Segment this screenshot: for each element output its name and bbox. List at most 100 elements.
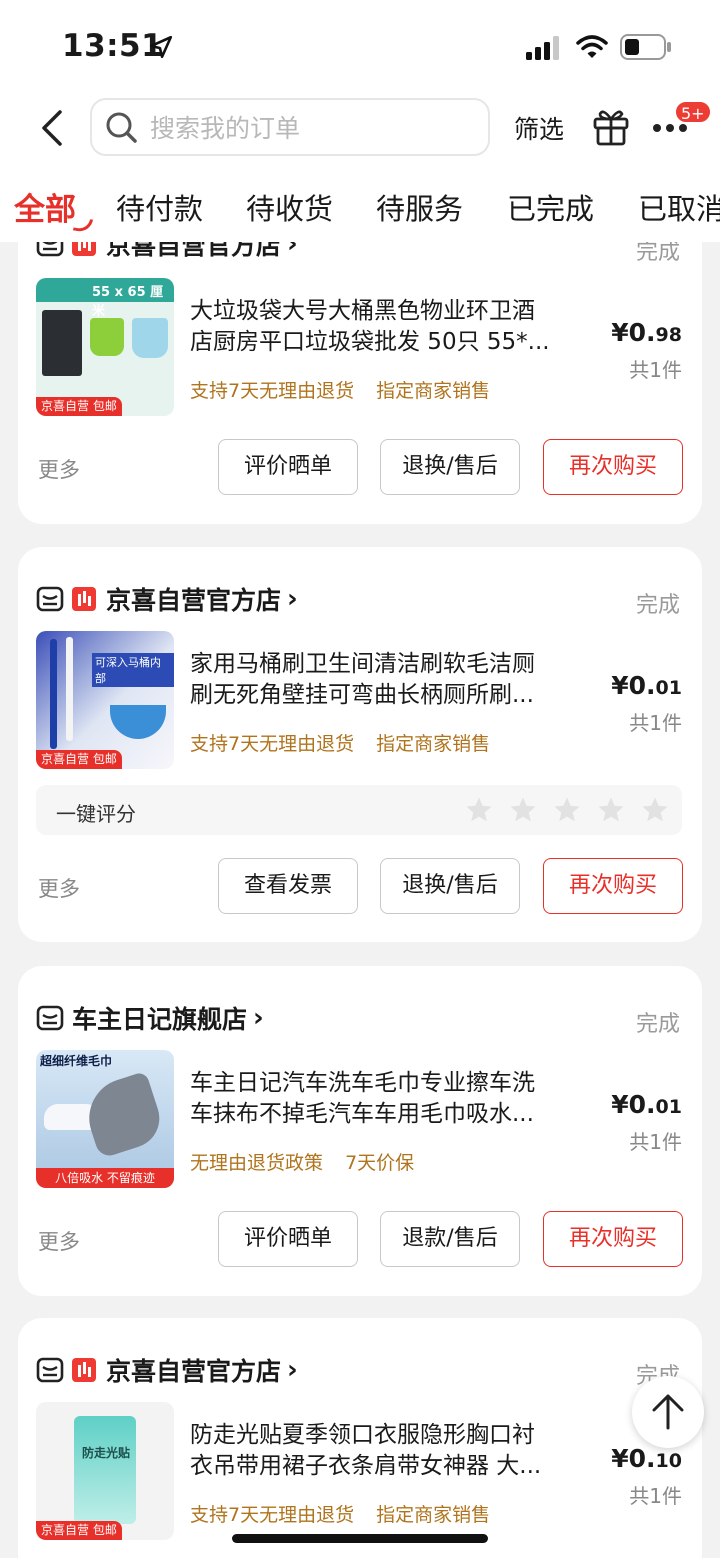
- more-options-icon[interactable]: [652, 122, 688, 134]
- back-button[interactable]: [36, 108, 70, 148]
- location-arrow-icon: [149, 35, 173, 59]
- thumbnail-tag: 京喜自营 包邮: [36, 750, 122, 769]
- quantity: 共1件: [629, 1484, 682, 1508]
- review-button[interactable]: 评价晒单: [218, 1211, 358, 1267]
- return-aftersale-button[interactable]: 退换/售后: [380, 439, 520, 495]
- search-icon: [106, 112, 137, 143]
- jingxi-self-operated-icon: [72, 587, 96, 611]
- star-icon[interactable]: [464, 795, 494, 825]
- towel-image: [78, 1070, 168, 1160]
- chevron-right-icon: ›: [287, 584, 298, 614]
- price: ¥0.10: [611, 1444, 682, 1473]
- product-thumbnail[interactable]: 防走光贴 京喜自营 包邮: [36, 1402, 174, 1540]
- buy-again-button[interactable]: 再次购买: [543, 439, 683, 495]
- quick-rating-label: 一键评分: [56, 802, 136, 826]
- gift-icon[interactable]: [592, 106, 630, 146]
- view-invoice-button[interactable]: 查看发票: [218, 858, 358, 914]
- thumbnail-caption: 55 x 65 厘米: [92, 285, 164, 319]
- order-tabs: 全部 待付款 待收货 待服务 已完成 已取消: [0, 178, 720, 238]
- service-tags: 支持7天无理由退货 指定商家销售: [190, 1504, 491, 1526]
- thumbnail-caption: 防走光贴: [82, 1446, 131, 1460]
- tab-pending-payment[interactable]: 待付款: [116, 186, 203, 228]
- status-bar: 13:51: [0, 0, 720, 90]
- shop-name: 京喜自营官方店: [106, 586, 282, 615]
- price: ¥0.01: [611, 1090, 682, 1119]
- star-icon[interactable]: [596, 795, 626, 825]
- order-card: 京喜自营官方店 › 完成 55 x 65 厘米 京喜自营 包邮 大垃圾袋大号大桶…: [18, 200, 702, 524]
- jingxi-self-operated-icon: [72, 1358, 96, 1382]
- battery-icon: [620, 34, 671, 60]
- quick-rating-bar: 一键评分: [36, 785, 682, 835]
- search-box[interactable]: [90, 98, 490, 156]
- filter-button[interactable]: 筛选: [514, 110, 564, 146]
- toilet-image: [110, 705, 166, 739]
- wifi-icon: [576, 35, 608, 58]
- order-card: 京喜自营官方店 › 完成 防走光贴 京喜自营 包邮 防走光贴夏季领口衣服隐形胸口…: [18, 1318, 702, 1558]
- refund-aftersale-button[interactable]: 退款/售后: [380, 1211, 520, 1267]
- notification-badge: 5+: [674, 100, 712, 124]
- product-thumbnail[interactable]: 55 x 65 厘米 京喜自营 包邮: [36, 278, 174, 416]
- return-aftersale-button[interactable]: 退换/售后: [380, 858, 520, 914]
- home-indicator[interactable]: [232, 1534, 488, 1543]
- brush-handle-image: [66, 637, 73, 741]
- star-icon[interactable]: [552, 795, 582, 825]
- shop-name: 京喜自营官方店: [106, 1357, 282, 1386]
- scroll-to-top-button[interactable]: [632, 1376, 704, 1448]
- brush-handle-image: [50, 639, 57, 749]
- quantity: 共1件: [629, 358, 682, 382]
- thumbnail-tag: 京喜自营 包邮: [36, 397, 122, 416]
- star-icon[interactable]: [640, 795, 670, 825]
- price: ¥0.01: [611, 671, 682, 700]
- product-thumbnail[interactable]: 超细纤维毛巾 八倍吸水 不留痕迹: [36, 1050, 174, 1188]
- tab-pending-service[interactable]: 待服务: [376, 186, 463, 228]
- rating-stars: [464, 795, 670, 825]
- thumbnail-caption: 超细纤维毛巾: [40, 1054, 113, 1068]
- price: ¥0.98: [611, 318, 682, 347]
- quantity: 共1件: [629, 1130, 682, 1154]
- arrow-up-icon: [652, 1394, 684, 1430]
- package-image: [74, 1416, 136, 1524]
- tab-cancelled[interactable]: 已取消: [638, 186, 720, 228]
- more-link[interactable]: 更多: [38, 873, 80, 903]
- shop-row[interactable]: 车主日记旗舰店 ›: [36, 998, 264, 1038]
- trash-bag-image: [42, 310, 82, 376]
- chevron-right-icon: ›: [253, 1003, 264, 1033]
- order-card: 京喜自营官方店 › 完成 可深入马桶内部 京喜自营 包邮 家用马桶刷卫生间清洁刷…: [18, 547, 702, 942]
- review-button[interactable]: 评价晒单: [218, 439, 358, 495]
- more-link[interactable]: 更多: [38, 454, 80, 484]
- product-title[interactable]: 车主日记汽车洗车毛巾专业擦车洗 车抹布不掉毛汽车车用毛巾吸水...: [190, 1068, 600, 1130]
- buy-again-button[interactable]: 再次购买: [543, 1211, 683, 1267]
- search-input[interactable]: [150, 108, 470, 148]
- service-tags: 支持7天无理由退货 指定商家销售: [190, 733, 491, 755]
- order-status: 完成: [635, 593, 680, 618]
- thumbnail-caption: 可深入马桶内部: [92, 653, 174, 687]
- shop-row[interactable]: 京喜自营官方店 ›: [36, 1350, 298, 1390]
- buy-again-button[interactable]: 再次购买: [543, 858, 683, 914]
- product-title[interactable]: 大垃圾袋大号大桶黑色物业环卫酒 店厨房平口垃圾袋批发 50只 55*...: [190, 296, 600, 358]
- shop-row[interactable]: 京喜自营官方店 ›: [36, 579, 298, 619]
- blue-bucket-image: [132, 318, 168, 358]
- tab-all[interactable]: 全部: [14, 184, 76, 229]
- star-icon[interactable]: [508, 795, 538, 825]
- shop-icon: [36, 1357, 64, 1383]
- product-title[interactable]: 家用马桶刷卫生间清洁刷软毛洁厕 刷无死角壁挂可弯曲长柄厕所刷...: [190, 649, 600, 711]
- tab-pending-receipt[interactable]: 待收货: [246, 186, 333, 228]
- service-tags: 支持7天无理由退货 指定商家销售: [190, 380, 491, 402]
- service-tags: 无理由退货政策 7天价保: [190, 1152, 415, 1174]
- tab-completed[interactable]: 已完成: [507, 186, 594, 228]
- green-bucket-image: [90, 318, 124, 356]
- product-thumbnail[interactable]: 可深入马桶内部 京喜自营 包邮: [36, 631, 174, 769]
- thumbnail-tag: 京喜自营 包邮: [36, 1521, 122, 1540]
- tab-active-indicator: [72, 216, 94, 234]
- more-link[interactable]: 更多: [38, 1226, 80, 1256]
- chevron-right-icon: ›: [287, 1355, 298, 1385]
- order-card: 车主日记旗舰店 › 完成 超细纤维毛巾 八倍吸水 不留痕迹 车主日记汽车洗车毛巾…: [18, 966, 702, 1296]
- shop-icon: [36, 1005, 64, 1031]
- product-title[interactable]: 防走光贴夏季领口衣服隐形胸口衬 衣吊带用裙子衣条肩带女神器 大...: [190, 1420, 600, 1482]
- shop-name: 车主日记旗舰店: [72, 1005, 248, 1034]
- cellular-signal-icon: [526, 36, 559, 60]
- shop-icon: [36, 586, 64, 612]
- quantity: 共1件: [629, 711, 682, 735]
- order-status: 完成: [635, 1012, 680, 1037]
- thumbnail-banner: 八倍吸水 不留痕迹: [36, 1168, 174, 1188]
